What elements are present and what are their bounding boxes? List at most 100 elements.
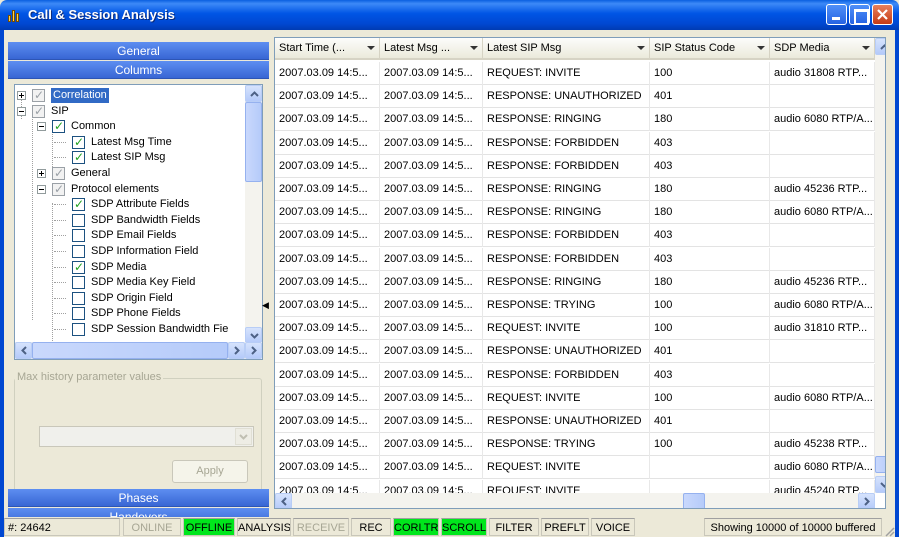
table-row[interactable]: 2007.03.09 14:5... 2007.03.09 14:5... RESP… [275, 108, 875, 132]
table-row[interactable]: 2007.03.09 14:5... 2007.03.09 14:5... RESP… [275, 201, 875, 225]
tree-item[interactable]: SDP Session Bandwidth Fie [15, 322, 243, 337]
table-row[interactable]: 2007.03.09 14:5... 2007.03.09 14:5... RESP… [275, 247, 875, 271]
expand-plus-icon[interactable] [17, 91, 26, 100]
tree-item[interactable]: SDP Email Fields [15, 228, 243, 243]
scroll-thumb[interactable] [32, 342, 228, 359]
scroll-thumb[interactable] [683, 493, 705, 508]
column-checkbox[interactable] [72, 307, 85, 321]
table-row[interactable]: 2007.03.09 14:5... 2007.03.09 14:5... RESP… [275, 410, 875, 433]
column-checkbox[interactable] [72, 276, 85, 290]
column-header-latest-msg-time[interactable]: Latest Msg ... [380, 38, 483, 60]
dropdown-arrow-icon[interactable] [637, 46, 645, 50]
dropdown-arrow-icon[interactable] [367, 46, 375, 50]
maximize-button[interactable] [849, 4, 870, 25]
tree-item[interactable]: SIP [15, 104, 243, 119]
table-row[interactable]: 2007.03.09 14:5... 2007.03.09 14:5... RESP… [275, 294, 875, 317]
column-checkbox[interactable] [72, 135, 85, 150]
column-checkbox[interactable] [32, 104, 45, 119]
column-header-sdp-media[interactable]: SDP Media [770, 38, 875, 60]
column-checkbox[interactable] [72, 291, 85, 305]
status-indicator-rec[interactable]: REC [351, 518, 391, 536]
tree-item[interactable]: SDP Information Field [15, 244, 243, 259]
column-checkbox[interactable] [52, 166, 65, 181]
dropdown-arrow-icon[interactable] [470, 46, 478, 50]
tree-vertical-scrollbar[interactable] [245, 85, 262, 344]
table-row[interactable]: 2007.03.09 14:5... 2007.03.09 14:5... RESP… [275, 85, 875, 109]
column-header-start-time[interactable]: Start Time (... [275, 38, 380, 60]
tree-item[interactable]: SDP Media Key Field [15, 275, 243, 290]
status-indicator-analysis[interactable]: ANALYSIS [237, 518, 291, 536]
table-row[interactable]: 2007.03.09 14:5... 2007.03.09 14:5... REQU… [275, 317, 875, 341]
table-row[interactable]: 2007.03.09 14:5... 2007.03.09 14:5... RESP… [275, 224, 875, 248]
column-checkbox[interactable] [72, 323, 85, 336]
session-grid[interactable]: Start Time (... Latest Msg ... Latest SI… [274, 37, 886, 509]
scroll-up-button[interactable] [875, 38, 885, 55]
title-bar[interactable]: Call & Session Analysis [0, 0, 899, 30]
table-row[interactable]: 2007.03.09 14:5... 2007.03.09 14:5... RESP… [275, 270, 875, 294]
apply-button[interactable]: Apply [172, 460, 248, 483]
tree-item[interactable]: SDP Origin Field [15, 291, 243, 306]
tree-item[interactable]: Protocol elements [15, 182, 243, 197]
tree-item[interactable]: General [15, 166, 243, 181]
tree-item[interactable]: SDP Media [15, 260, 243, 275]
status-indicator-offline[interactable]: OFFLINE [183, 518, 235, 536]
columns-tree[interactable]: CorrelationSIPCommon Latest Msg Time Lates… [14, 84, 263, 360]
tree-item[interactable]: Latest SIP Msg [15, 150, 243, 165]
tree-item[interactable]: SDP Phone Fields [15, 306, 243, 321]
scroll-down-button[interactable] [875, 476, 885, 493]
combo-dropdown-button[interactable] [235, 428, 252, 445]
tree-item[interactable]: SDP Attribute Fields [15, 197, 243, 212]
table-row[interactable]: 2007.03.09 14:5... 2007.03.09 14:5... RESP… [275, 433, 875, 457]
column-checkbox[interactable] [72, 229, 85, 243]
status-indicator-online[interactable]: ONLINE [123, 518, 181, 536]
close-button[interactable] [872, 4, 893, 25]
column-checkbox[interactable] [72, 197, 85, 212]
table-row[interactable]: 2007.03.09 14:5... 2007.03.09 14:5... REQU… [275, 456, 875, 480]
minimize-button[interactable] [826, 4, 847, 25]
table-row[interactable]: 2007.03.09 14:5... 2007.03.09 14:5... RESP… [275, 154, 875, 178]
tree-horizontal-scrollbar[interactable] [15, 342, 262, 359]
tree-item[interactable]: Latest Msg Time [15, 135, 243, 150]
table-row[interactable]: 2007.03.09 14:5... 2007.03.09 14:5... RESP… [275, 340, 875, 364]
tree-item[interactable]: Common [15, 119, 243, 134]
grid-vertical-scrollbar[interactable] [875, 38, 885, 493]
column-checkbox[interactable] [72, 260, 85, 275]
section-phases[interactable]: Phases [8, 489, 269, 507]
scroll-left-button[interactable] [275, 493, 292, 508]
table-row[interactable]: 2007.03.09 14:5... 2007.03.09 14:5... REQU… [275, 62, 875, 85]
column-header-latest-sip-msg[interactable]: Latest SIP Msg [483, 38, 650, 60]
grid-horizontal-scrollbar[interactable] [275, 493, 875, 508]
section-general[interactable]: General [8, 42, 269, 60]
collapse-minus-icon[interactable] [37, 184, 46, 194]
collapse-minus-icon[interactable] [17, 106, 26, 116]
table-row[interactable]: 2007.03.09 14:5... 2007.03.09 14:5... RESP… [275, 178, 875, 201]
expand-plus-icon[interactable] [37, 169, 46, 178]
dropdown-arrow-icon[interactable] [862, 46, 870, 50]
table-row[interactable]: 2007.03.09 14:5... 2007.03.09 14:5... RESP… [275, 363, 875, 387]
status-indicator-filter[interactable]: FILTER [489, 518, 539, 536]
tree-item[interactable]: SDP Bandwidth Fields [15, 213, 243, 228]
scroll-up-button[interactable] [245, 85, 262, 102]
scroll-right-button[interactable] [245, 342, 262, 359]
column-checkbox[interactable] [72, 245, 85, 258]
status-indicator-scroll[interactable]: SCROLL [441, 518, 487, 536]
scroll-right-button[interactable] [858, 493, 875, 508]
column-checkbox[interactable] [32, 88, 45, 103]
status-indicator-voice[interactable]: VOICE [591, 518, 635, 536]
history-combo[interactable] [39, 426, 254, 447]
dropdown-arrow-icon[interactable] [757, 46, 765, 50]
status-indicator-preflt[interactable]: PREFLT [541, 518, 589, 536]
resize-grip-icon[interactable] [883, 525, 895, 537]
tree-item[interactable]: Correlation [15, 88, 243, 103]
scroll-right-button[interactable] [228, 342, 245, 359]
table-row[interactable]: 2007.03.09 14:5... 2007.03.09 14:5... RESP… [275, 131, 875, 155]
column-header-sip-status-code[interactable]: SIP Status Code [650, 38, 770, 60]
column-checkbox[interactable] [52, 119, 65, 134]
column-checkbox[interactable] [72, 213, 85, 227]
table-row[interactable]: 2007.03.09 14:5... 2007.03.09 14:5... REQU… [275, 386, 875, 410]
splitter-collapse-arrow-icon[interactable]: ◀ [262, 300, 269, 311]
scroll-thumb[interactable] [875, 456, 885, 473]
status-indicator-corltr[interactable]: CORLTR [393, 518, 439, 536]
section-columns[interactable]: Columns [8, 61, 269, 79]
scroll-thumb[interactable] [245, 102, 262, 182]
